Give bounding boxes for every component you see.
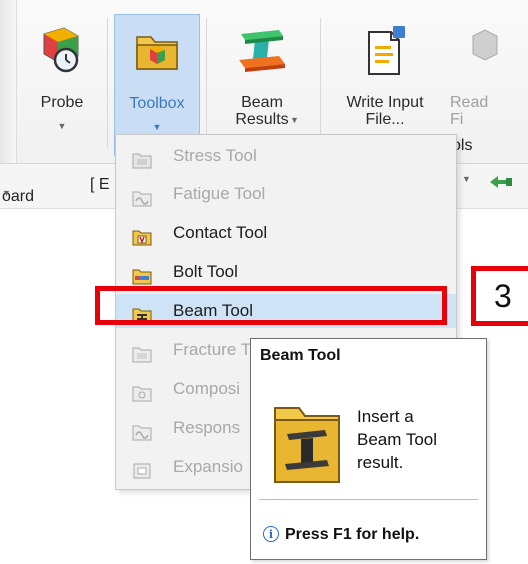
green-arrow-icon[interactable] — [488, 172, 512, 197]
tooltip-help-text: Press F1 for help. — [285, 526, 420, 543]
separator — [320, 18, 321, 148]
write-input-file-label: Write Input File... — [346, 94, 424, 128]
composite-tool-icon — [132, 380, 152, 414]
tooltip-description-line: result. — [357, 453, 404, 472]
menu-item-label: Composi — [173, 379, 241, 398]
read-label: Read Fi — [450, 94, 489, 128]
tooltip-description-line: Beam Tool — [357, 430, 438, 449]
menu-item-label: Expansio — [173, 457, 243, 476]
ribbon-left-edge — [0, 0, 17, 163]
chevron-down-icon: ▼ — [2, 188, 11, 198]
menu-item-label: Stress Tool — [173, 146, 257, 165]
tooltip-help: i Press F1 for help. — [263, 526, 419, 544]
probe-icon — [38, 26, 86, 82]
probe-label: Probe — [40, 94, 84, 111]
beam-tool-tooltip: Beam Tool Insert a Beam Tool result. i Pr… — [250, 338, 487, 560]
fracture-tool-icon — [132, 341, 152, 375]
menu-item-label: Fatigue Tool — [173, 184, 266, 203]
info-icon: i — [263, 526, 279, 542]
highlight-annotation-box — [95, 286, 447, 325]
toolbox-label: Toolbox — [129, 95, 185, 112]
menu-item-bolt-tool[interactable]: Bolt Tool — [116, 255, 456, 289]
menu-item-label: Respons — [173, 418, 241, 437]
toolbar-caret-icon[interactable]: ▼ — [462, 174, 471, 184]
read-button[interactable]: Read Fi — [444, 14, 528, 154]
tooltip-description: Insert a Beam Tool result. — [357, 405, 437, 474]
stress-tool-icon — [132, 147, 152, 181]
separator — [107, 18, 108, 148]
expansion-tool-icon — [132, 458, 152, 492]
step-number-annotation: 3 — [471, 266, 528, 326]
toolbox-folder-icon — [134, 27, 180, 77]
fatigue-tool-icon — [132, 185, 152, 219]
beam-results-icon — [235, 26, 289, 76]
bracket-field[interactable]: [ E — [90, 176, 110, 194]
beam-tool-large-icon — [273, 404, 341, 489]
write-input-file-button[interactable]: Write Input File... — [328, 14, 442, 154]
probe-button[interactable]: Probe ▼ — [22, 14, 102, 154]
menu-item-contact-tool[interactable]: Contact Tool — [116, 216, 456, 250]
menu-item-fatigue-tool[interactable]: Fatigue Tool — [116, 177, 456, 211]
tooltip-divider — [259, 499, 478, 500]
contact-tool-icon — [132, 224, 152, 258]
beam-results-button[interactable]: Beam Results ▼ — [212, 14, 312, 154]
separator — [206, 18, 207, 148]
menu-item-label: Bolt Tool — [173, 262, 238, 281]
menu-item-label: Contact Tool — [173, 223, 268, 242]
tooltip-description-line: Insert a — [357, 407, 414, 426]
probe-dropdown-icon[interactable]: ▼ — [22, 118, 102, 135]
menu-item-stress-tool[interactable]: Stress Tool — [116, 139, 456, 173]
read-icon — [469, 26, 499, 70]
response-tool-icon — [132, 419, 152, 453]
tooltip-title: Beam Tool — [260, 347, 341, 364]
beam-results-dropdown-icon[interactable]: ▼ — [290, 112, 299, 129]
write-input-file-icon — [363, 26, 407, 80]
